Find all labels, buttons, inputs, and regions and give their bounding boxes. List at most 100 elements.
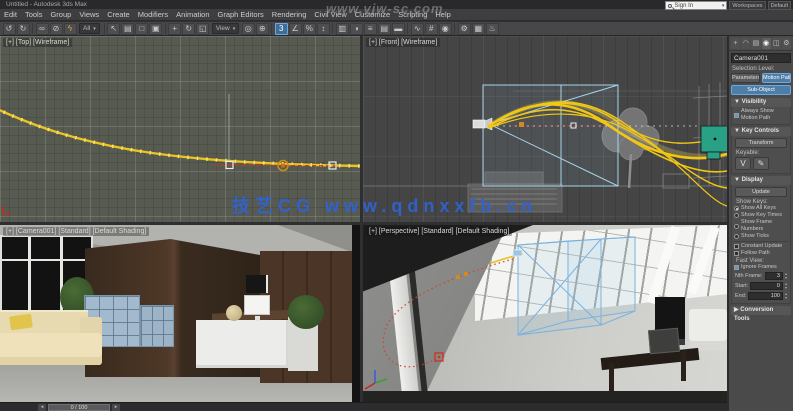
check[interactable] <box>734 244 739 249</box>
material-editor-icon[interactable]: ◉ <box>438 22 452 35</box>
time-slider[interactable]: 0 / 100 <box>48 404 110 411</box>
start-value[interactable]: 0 <box>750 282 783 290</box>
update-button[interactable]: Update <box>735 187 787 197</box>
select-rotate-icon[interactable]: ↻ <box>182 22 196 35</box>
selection-filter-dropdown[interactable]: All ▾ <box>79 23 100 34</box>
redo-icon[interactable]: ↻ <box>16 22 30 35</box>
workspace-default-button[interactable]: Default <box>767 1 791 10</box>
tab-display[interactable]: ◫ <box>771 38 781 49</box>
radio[interactable] <box>734 223 739 229</box>
radio-show-key-times[interactable]: Show Key Times <box>733 212 789 219</box>
radio[interactable] <box>734 213 739 218</box>
sub-object-button[interactable]: Sub-Object <box>731 85 791 95</box>
render-production-icon[interactable]: ♨ <box>485 22 499 35</box>
toolbar-separator <box>32 23 33 34</box>
select-manipulate-icon[interactable]: ⊕ <box>255 22 269 35</box>
viewport-top-label[interactable]: [+] [Top] [Wireframe] <box>3 38 73 47</box>
chevron-down-icon: ▾ <box>721 2 725 9</box>
named-selection-sets-icon[interactable]: ▥ <box>335 22 349 35</box>
end-value[interactable]: 100 <box>748 292 783 300</box>
ignore-frames-option[interactable]: Ignore Frames <box>733 264 789 271</box>
window-crossing-icon[interactable]: ▣ <box>149 22 163 35</box>
snaps-toggle-icon[interactable]: 3 <box>274 22 288 35</box>
use-pivot-icon[interactable]: ◎ <box>241 22 255 35</box>
viewport-camera-label[interactable]: [+] [Camera001] [Standard] [Default Shad… <box>3 227 150 236</box>
visibility-option[interactable]: Always Show Motion Path <box>733 108 789 122</box>
select-by-name-icon[interactable]: ▤ <box>121 22 135 35</box>
percent-snap-icon[interactable]: % <box>302 22 316 35</box>
menu-item-edit[interactable]: Edit <box>0 9 21 21</box>
radio[interactable] <box>734 234 739 239</box>
tab-motion[interactable]: ◉ <box>761 38 771 49</box>
viewport-perspective[interactable]: [+] [Perspective] [Standard] [Default Sh… <box>363 225 727 402</box>
tab-modify[interactable]: ◠ <box>741 38 751 49</box>
key-select-icon[interactable]: V <box>735 157 751 170</box>
select-scale-icon[interactable]: ◱ <box>196 22 210 35</box>
command-panel-tabs: + ◠ ▤ ◉ ◫ ⚙ <box>729 36 793 51</box>
viewport-camera[interactable]: [+] [Camera001] [Standard] [Default Shad… <box>0 225 360 402</box>
workspaces-button[interactable]: Workspaces <box>729 1 766 10</box>
render-setup-icon[interactable]: ⚙ <box>457 22 471 35</box>
radio-show-all-keys[interactable]: Show All Keys <box>733 205 789 212</box>
object-name-field[interactable]: Camera001 <box>731 53 791 63</box>
previous-frame-button[interactable]: ◂ <box>38 404 46 411</box>
rendered-frame-icon[interactable]: ▦ <box>471 22 485 35</box>
parameters-button[interactable]: Parameters <box>731 73 760 83</box>
select-object-icon[interactable]: ↖ <box>107 22 121 35</box>
menu-item-modifiers[interactable]: Modifiers <box>134 9 172 21</box>
checkbox[interactable] <box>734 112 739 118</box>
track-bar[interactable]: ◂ 0 / 100 ▸ <box>0 402 727 411</box>
checkbox[interactable] <box>734 265 739 270</box>
menu-item-group[interactable]: Group <box>46 9 75 21</box>
tab-hierarchy[interactable]: ▤ <box>751 38 761 49</box>
spinner-snap-icon[interactable]: ↕ <box>316 22 330 35</box>
mirror-icon[interactable]: ◑ <box>349 22 363 35</box>
rollout-visibility[interactable]: ▼ Visibility <box>731 98 791 107</box>
radio[interactable] <box>734 206 739 211</box>
menu-item-rendering[interactable]: Rendering <box>268 9 311 21</box>
align-icon[interactable]: ≡ <box>363 22 377 35</box>
reference-coordinate-dropdown[interactable]: View ▾ <box>211 23 240 34</box>
curve-editor-icon[interactable]: ∿ <box>410 22 424 35</box>
rectangular-selection-icon[interactable]: □ <box>135 22 149 35</box>
spinner-icon[interactable]: ▴ ▾ <box>785 282 787 290</box>
select-link-icon[interactable]: ∞ <box>35 22 49 35</box>
layer-manager-icon[interactable]: ▤ <box>377 22 391 35</box>
rollout-key-controls[interactable]: ▼ Key Controls <box>731 127 791 136</box>
rollout-display[interactable]: ▼ Display <box>731 176 791 185</box>
transform-button[interactable]: Transform <box>735 138 787 148</box>
search-input[interactable]: Sign In ▾ <box>665 1 728 10</box>
ribbon-toggle-icon[interactable]: ▬ <box>391 22 405 35</box>
bind-spacewarp-icon[interactable]: ϟ <box>63 22 77 35</box>
viewport-perspective-label[interactable]: [+] [Perspective] [Standard] [Default Sh… <box>366 227 513 236</box>
menu-item-graph-editors[interactable]: Graph Editors <box>214 9 268 21</box>
spinner-icon[interactable]: ▴ ▾ <box>785 272 787 280</box>
plant-right <box>288 295 324 329</box>
check-follow-path[interactable]: Follow Path <box>733 250 789 257</box>
next-frame-button[interactable]: ▸ <box>112 404 120 411</box>
cabinet-blue-right <box>140 305 174 347</box>
menu-item-create[interactable]: Create <box>103 9 134 21</box>
angle-snap-icon[interactable]: ∠ <box>288 22 302 35</box>
schematic-view-icon[interactable]: # <box>424 22 438 35</box>
check[interactable] <box>734 251 739 256</box>
spinner-icon[interactable]: ▴ ▾ <box>785 292 787 300</box>
radio-show-ticks[interactable]: Show Ticks <box>733 233 789 240</box>
undo-icon[interactable]: ↺ <box>2 22 16 35</box>
tab-utilities[interactable]: ⚙ <box>781 38 792 49</box>
viewport-front-label[interactable]: [+] [Front] [Wireframe] <box>366 38 441 47</box>
key-draw-icon[interactable]: ✎ <box>753 157 769 170</box>
option-label: Show Ticks <box>741 233 769 239</box>
menu-item-animation[interactable]: Animation <box>172 9 213 21</box>
select-move-icon[interactable]: + <box>168 22 182 35</box>
tab-create[interactable]: + <box>731 38 741 49</box>
rollout-conversion-tools[interactable]: ▶ Conversion Tools <box>731 306 791 322</box>
menu-item-tools[interactable]: Tools <box>21 9 47 21</box>
unlink-selection-icon[interactable]: ⊘ <box>49 22 63 35</box>
motion-paths-button[interactable]: Motion Paths <box>762 73 791 83</box>
menu-item-views[interactable]: Views <box>75 9 103 21</box>
nth-frame-value[interactable]: 3 <box>764 272 783 280</box>
selection-level-label: Selection Level: <box>732 66 775 72</box>
check-constant-update[interactable]: Constant Update <box>733 243 789 250</box>
radio-show-frame-numbers[interactable]: Show Frame Numbers <box>733 219 789 233</box>
